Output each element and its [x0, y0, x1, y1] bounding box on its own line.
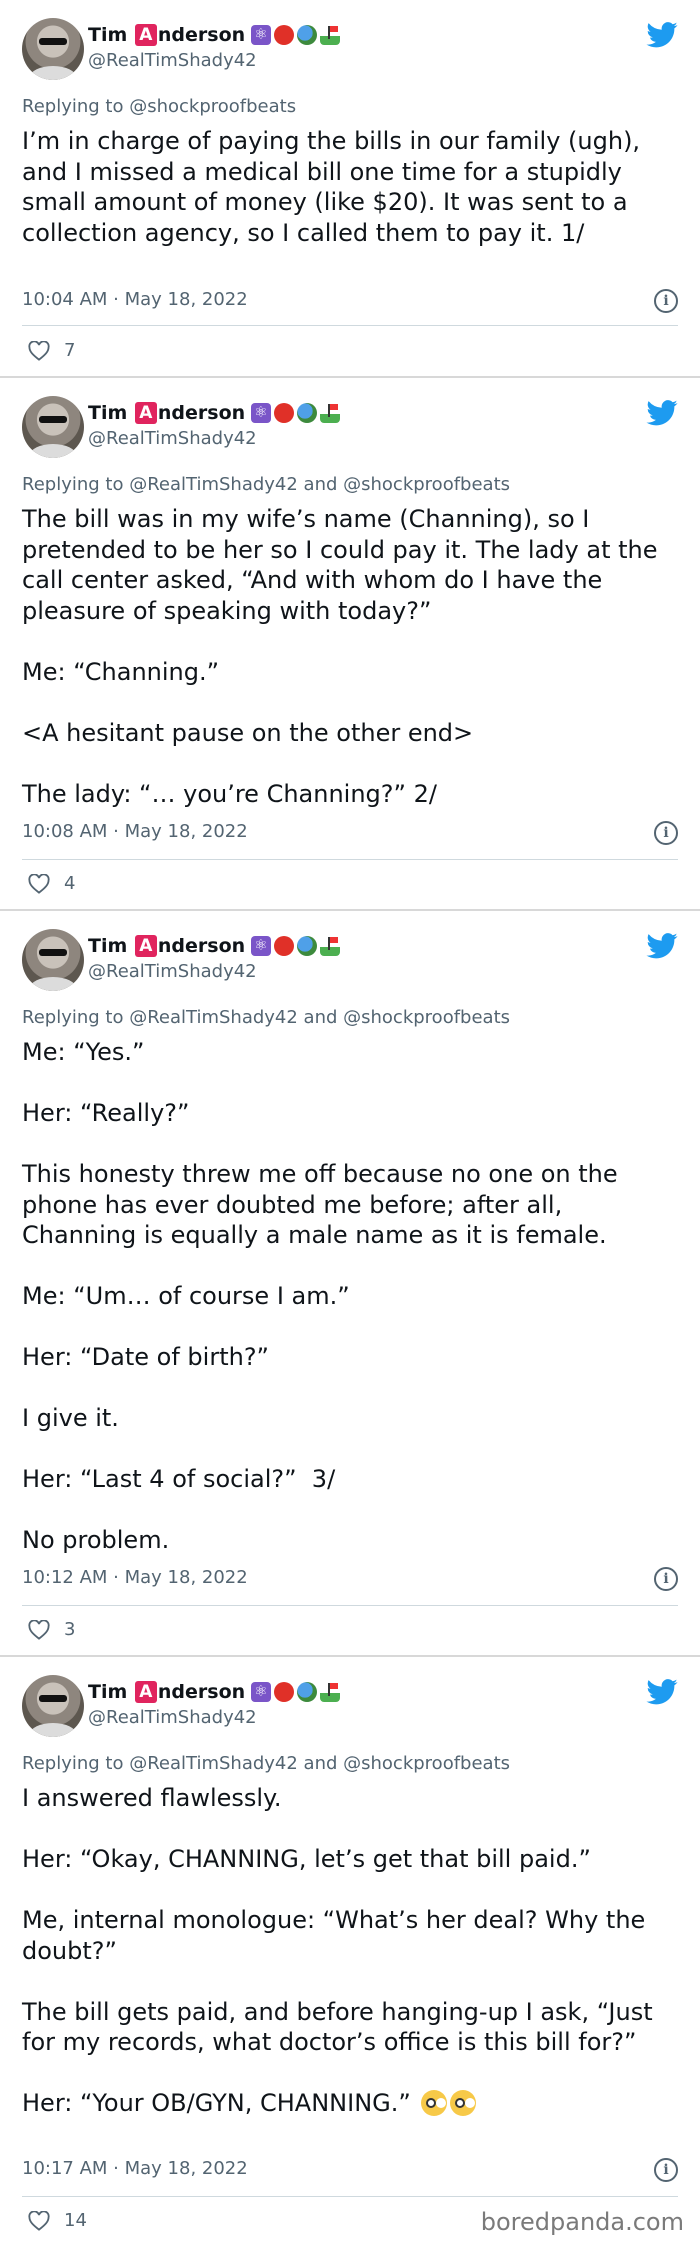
tweet-4: Tim Anderson @RealTimShady42 Replying to… [0, 1657, 700, 2251]
like-count: 3 [64, 1619, 76, 1640]
avatar[interactable] [22, 18, 84, 80]
tomato-icon [274, 25, 295, 45]
tweet-timestamp[interactable]: 10:08 AM · May 18, 2022 [22, 821, 248, 842]
atom-symbol-icon [251, 403, 272, 423]
globe-icon [297, 403, 318, 423]
tweet-timestamp[interactable]: 10:04 AM · May 18, 2022 [22, 289, 248, 310]
tweet-text: The bill was in my wife’s name (Channing… [22, 505, 666, 808]
tomato-icon [274, 936, 295, 956]
avatar[interactable] [22, 1675, 84, 1737]
globe-icon [297, 25, 318, 45]
twitter-bird-icon[interactable] [646, 1679, 678, 1705]
heart-icon [28, 873, 50, 894]
author-handle[interactable]: @RealTimShady42 [88, 50, 257, 71]
author-name[interactable]: Tim Anderson [88, 1679, 341, 1705]
flushed-face-icon [450, 2090, 477, 2116]
author-name[interactable]: Tim Anderson [88, 933, 341, 959]
like-button[interactable]: 14 [28, 2210, 87, 2231]
atom-symbol-icon [251, 936, 272, 956]
tweet-text: I’m in charge of paying the bills in our… [22, 127, 648, 247]
divider [22, 2196, 678, 2197]
like-count: 14 [64, 2210, 87, 2231]
globe-icon [297, 1682, 318, 1702]
heart-icon [28, 1619, 50, 1640]
watermark: boredpanda.com [480, 2208, 684, 2236]
golf-flag-icon [320, 936, 341, 956]
tomato-icon [274, 1682, 295, 1702]
like-count: 7 [64, 340, 76, 361]
replying-to[interactable]: Replying to @RealTimShady42 and @shockpr… [22, 1007, 510, 1028]
author-handle[interactable]: @RealTimShady42 [88, 961, 257, 982]
divider [22, 325, 678, 326]
author-name[interactable]: Tim Anderson [88, 22, 341, 48]
name-letter-badge: A [134, 24, 157, 46]
name-letter-badge: A [134, 402, 157, 424]
replying-to[interactable]: Replying to @RealTimShady42 and @shockpr… [22, 1753, 510, 1774]
twitter-bird-icon[interactable] [646, 22, 678, 48]
tweet-text: Me: “Yes.” Her: “Really?” This honesty t… [22, 1038, 626, 1554]
tomato-icon [274, 403, 295, 423]
tweet-1: Tim Anderson @RealTimShady42 Replying to… [0, 0, 700, 378]
author-handle[interactable]: @RealTimShady42 [88, 428, 257, 449]
divider [22, 859, 678, 860]
tweet-text: I answered flawlessly. Her: “Okay, CHANN… [22, 1784, 661, 2117]
golf-flag-icon [320, 403, 341, 423]
author-handle[interactable]: @RealTimShady42 [88, 1707, 257, 1728]
info-icon[interactable]: i [654, 289, 678, 313]
like-button[interactable]: 7 [28, 340, 75, 361]
avatar[interactable] [22, 396, 84, 458]
twitter-bird-icon[interactable] [646, 933, 678, 959]
replying-to[interactable]: Replying to @shockproofbeats [22, 96, 296, 117]
globe-icon [297, 936, 318, 956]
author-name[interactable]: Tim Anderson [88, 400, 341, 426]
heart-icon [28, 340, 50, 361]
atom-symbol-icon [251, 1682, 272, 1702]
twitter-bird-icon[interactable] [646, 400, 678, 426]
info-icon[interactable]: i [654, 821, 678, 845]
info-icon[interactable]: i [654, 2158, 678, 2182]
like-count: 4 [64, 873, 76, 894]
golf-flag-icon [320, 25, 341, 45]
tweet-3: Tim Anderson @RealTimShady42 Replying to… [0, 911, 700, 1657]
like-button[interactable]: 3 [28, 1619, 75, 1640]
tweet-timestamp[interactable]: 10:12 AM · May 18, 2022 [22, 1567, 248, 1588]
atom-symbol-icon [251, 25, 272, 45]
avatar[interactable] [22, 929, 84, 991]
tweet-thread-page: Tim Anderson @RealTimShady42 Replying to… [0, 0, 700, 2251]
divider [22, 1605, 678, 1606]
name-letter-badge: A [134, 1681, 157, 1703]
like-button[interactable]: 4 [28, 873, 75, 894]
replying-to[interactable]: Replying to @RealTimShady42 and @shockpr… [22, 474, 510, 495]
golf-flag-icon [320, 1682, 341, 1702]
tweet-timestamp[interactable]: 10:17 AM · May 18, 2022 [22, 2158, 248, 2179]
tweet-2: Tim Anderson @RealTimShady42 Replying to… [0, 378, 700, 911]
info-icon[interactable]: i [654, 1567, 678, 1591]
name-letter-badge: A [134, 935, 157, 957]
flushed-face-icon [421, 2090, 448, 2116]
heart-icon [28, 2210, 50, 2231]
